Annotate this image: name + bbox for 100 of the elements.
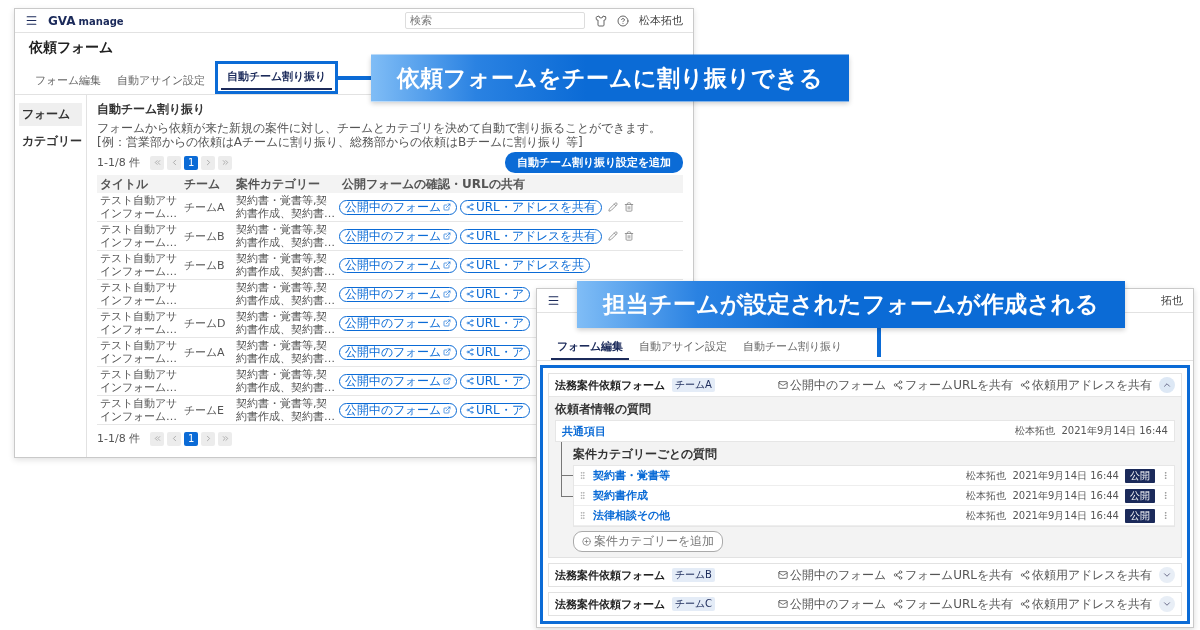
share-button[interactable]: URL・ア [460,344,530,360]
more-icon[interactable] [1161,491,1170,500]
search-field[interactable]: 検索 [405,12,585,29]
public-form-button[interactable]: 公開中のフォーム [339,257,457,273]
share-icon [466,319,474,327]
external-link-icon [443,203,451,211]
share-icon [466,406,474,414]
drag-handle-icon[interactable] [578,471,587,480]
item-link[interactable]: 共通項目 [562,423,606,439]
share-button[interactable]: URL・アドレスを共有 [460,199,602,215]
more-icon[interactable] [1161,471,1170,480]
column-header: チーム [183,177,221,191]
team-tag: チームA [672,378,715,392]
last-page-button[interactable] [218,431,233,446]
public-form-button[interactable]: 公開中のフォーム [339,344,457,360]
share-button[interactable]: URL・ア [460,315,530,331]
add-setting-button[interactable]: 自動チーム割り振り設定を追加 [505,151,683,173]
table-cell-text: テスト自動アサインフォーム… [99,339,178,365]
user-name[interactable]: 松本拓也 [639,13,683,28]
tab[interactable]: フォーム編集 [29,69,107,94]
public-form-button[interactable]: 公開中のフォーム [339,199,457,215]
double-chevron-left-icon [152,158,162,167]
form-action-link[interactable]: 公開中のフォーム [778,376,887,394]
next-page-button[interactable] [201,431,216,446]
share-icon [466,290,474,298]
item-link[interactable]: 契約書・覚書等 [593,468,670,483]
form-action-link[interactable]: 依頼用アドレスを共有 [1020,376,1152,394]
pencil-icon [607,231,618,241]
team-tag: チームC [672,597,715,611]
previous-page-button[interactable] [167,431,182,446]
menu-icon[interactable] [25,14,38,27]
tab[interactable]: フォーム編集 [551,335,629,360]
pencil-icon [607,202,618,212]
public-form-button[interactable]: 公開中のフォーム [339,402,457,418]
add-category-button[interactable]: 案件カテゴリーを追加 [573,531,723,552]
last-page-button[interactable] [218,155,233,170]
expand-toggle[interactable] [1159,377,1175,393]
public-form-button[interactable]: 公開中のフォーム [339,315,457,331]
section-title: 自動チーム割り振り [97,101,206,118]
tab[interactable]: 自動アサイン設定 [111,69,211,94]
form-action-link[interactable]: 公開中のフォーム [778,595,887,613]
form-action-link[interactable]: フォームURLを共有 [893,376,1013,394]
first-page-button[interactable] [150,431,165,446]
help-icon[interactable] [617,14,629,27]
external-link-icon [443,319,451,327]
first-page-button[interactable] [150,155,165,170]
form-action-link[interactable]: 依頼用アドレスを共有 [1020,595,1152,613]
tab[interactable]: 自動チーム割り振り [737,335,848,360]
form-action-link[interactable]: 依頼用アドレスを共有 [1020,566,1152,584]
form-action-link[interactable]: 公開中のフォーム [778,566,887,584]
sidebar-item[interactable]: フォーム [19,103,82,126]
double-chevron-right-icon [220,158,230,167]
drag-handle-icon[interactable] [578,511,587,520]
shirt-icon[interactable] [595,14,607,27]
plus-icon [582,537,591,546]
page-button[interactable]: 1 [184,431,199,446]
expand-toggle[interactable] [1159,596,1175,612]
section-label: 案件カテゴリーごとの質問 [573,446,718,463]
status-badge: 公開 [1125,488,1155,503]
public-form-button[interactable]: 公開中のフォーム [339,286,457,302]
share-button[interactable]: URL・ア [460,402,530,418]
table-cell-text: 契約書・覚書等,契約書作成、契約書… [235,281,336,307]
previous-page-button[interactable] [167,155,182,170]
chevron-down-icon [1162,570,1172,580]
share-icon [466,348,474,356]
menu-icon[interactable] [547,294,560,307]
table-cell-text: テスト自動アサインフォーム… [99,281,178,307]
share-icon [1020,599,1030,609]
table-cell-text: チームB [183,258,226,272]
item-link[interactable]: 法律相談その他 [593,508,670,523]
share-button[interactable]: URL・アドレスを共 [460,257,590,273]
share-icon [893,380,904,390]
public-form-button[interactable]: 公開中のフォーム [339,373,457,389]
sidebar-item[interactable]: カテゴリー [19,130,82,153]
form-name: 法務案件依頼フォーム [555,377,665,393]
share-button[interactable]: URL・ア [460,373,530,389]
more-icon[interactable] [1161,511,1170,520]
table-cell-text: テスト自動アサインフォーム… [99,223,178,249]
external-link-icon [443,348,451,356]
form-action-link[interactable]: フォームURLを共有 [893,595,1013,613]
mail-icon [778,599,789,609]
item-meta: 松本拓也 2021年9月14日 16:44 [966,488,1119,503]
expand-toggle[interactable] [1159,567,1175,583]
user-name[interactable]: 拓也 [1161,293,1183,308]
table-cell-text: 契約書・覚書等,契約書作成、契約書… [235,397,336,423]
table-cell-text: チームB [183,229,226,243]
next-page-button[interactable] [201,155,216,170]
share-button[interactable]: URL・アドレスを共有 [460,228,602,244]
form-action-link[interactable]: フォームURLを共有 [893,566,1013,584]
page-button[interactable]: 1 [184,155,199,170]
drag-handle-icon[interactable] [578,491,587,500]
table-cell-text: 契約書・覚書等,契約書作成、契約書… [235,252,336,278]
tab[interactable]: 自動アサイン設定 [633,335,733,360]
public-form-button[interactable]: 公開中のフォーム [339,228,457,244]
item-link[interactable]: 契約書作成 [593,488,648,503]
external-link-icon [443,377,451,385]
share-button[interactable]: URL・ア [460,286,530,302]
tab[interactable]: 自動チーム割り振り [221,65,332,90]
logo-text: GVA [48,13,76,28]
table-cell-text: テスト自動アサインフォーム… [99,368,178,394]
